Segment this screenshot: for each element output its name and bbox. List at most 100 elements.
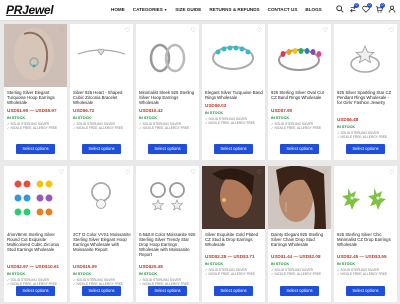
product-image[interactable]	[136, 166, 199, 229]
product-image[interactable]	[136, 24, 199, 87]
product-card[interactable]: ♡ 925 Silver Sparkling Star CZ Pendant R…	[334, 24, 397, 160]
nav-categories-label: CATEGORIES	[132, 7, 163, 12]
wishlist-heart-icon[interactable]: ♡	[389, 169, 394, 176]
product-price: USD$7.90	[271, 108, 293, 113]
product-title[interactable]: Dainty Elegant 925 Sterling Silver Chain…	[271, 232, 329, 247]
stock-status: IN STOCK	[271, 262, 290, 266]
product-card[interactable]: ♡ 2CT D Color VVS1 Moissanite Sterling S…	[70, 166, 133, 302]
wishlist-heart-icon[interactable]: ♡	[257, 27, 262, 34]
product-title[interactable]: 2CT D Color VVS1 Moissanite Sterling Sil…	[73, 232, 131, 252]
wishlist-heart-icon[interactable]: ♡	[191, 169, 196, 176]
product-card[interactable]: ♡ Dainty Elegant 925 Sterling Silver Cha…	[268, 166, 331, 302]
product-title[interactable]: Sterling Silver Elegant Turquoise Hoop E…	[7, 90, 65, 105]
product-image[interactable]	[4, 166, 67, 229]
select-options-button[interactable]: Select options	[82, 144, 121, 154]
product-title[interactable]: Silver Exquisite Gold Plated CZ Stud & D…	[205, 232, 263, 247]
product-price: USD$1.90 — USD$5.97	[7, 108, 57, 113]
compare-count-badge: 0	[354, 3, 359, 8]
feature-nickel-free: ✓ NICKLE FREE, ALLERGY FREE	[337, 135, 388, 139]
product-card[interactable]: ♡ Elegant Silver Turquoise Band Rings Wh…	[202, 24, 265, 160]
select-options-button[interactable]: Select options	[346, 144, 385, 154]
product-price: USD$2.97 — USD$10.61	[7, 264, 60, 269]
stock-status: IN STOCK	[73, 116, 92, 120]
logo-underline	[6, 15, 46, 16]
product-image[interactable]	[268, 166, 331, 229]
product-card[interactable]: ♡ Minimalist Sleek 925 Sterling Silver H…	[136, 24, 199, 160]
compare-icon[interactable]: 0	[348, 3, 359, 14]
wishlist-count-badge: 0	[367, 3, 372, 8]
wishlist-heart-icon[interactable]: ♡	[191, 27, 196, 34]
nav-size-guide[interactable]: SIZE GUIDE	[175, 7, 201, 12]
product-image[interactable]	[202, 166, 265, 229]
stock-status: IN STOCK	[271, 116, 290, 120]
wishlist-heart-icon[interactable]: ♡	[389, 27, 394, 34]
product-card[interactable]: ♡ Silver 925 Heart - Shaped Cubic Zircon…	[70, 24, 133, 160]
feature-nickel-free: ✓ NICKLE FREE, ALLERGY FREE	[7, 126, 58, 130]
nav-returns[interactable]: RETURNS & REFUNDS	[209, 7, 259, 12]
wishlist-icon[interactable]: 0	[361, 3, 372, 14]
stock-status: IN STOCK	[73, 272, 92, 276]
product-image[interactable]	[70, 24, 133, 87]
product-card[interactable]: ♡ 925 Sterling Silver Oval Cut CZ Band R…	[268, 24, 331, 160]
product-price: USD$20.48	[139, 264, 163, 269]
product-card[interactable]: ♡ Silver Exquisite Gold Plated CZ Stud &…	[202, 166, 265, 302]
product-title[interactable]: Silver 925 Heart - Shaped Cubic Zirconia…	[73, 90, 131, 105]
product-image[interactable]	[202, 24, 265, 87]
product-title[interactable]: 0.6&0.8 Color Moissanite 925 Sterling Si…	[139, 232, 197, 257]
product-title[interactable]: 4mm/8mm Sterling Silver Round Cut Exquis…	[7, 232, 65, 252]
wishlist-heart-icon[interactable]: ♡	[125, 27, 130, 34]
nav-home[interactable]: HOME	[111, 7, 125, 12]
wishlist-heart-icon[interactable]: ♡	[323, 27, 328, 34]
select-options-button[interactable]: Select options	[346, 286, 385, 296]
product-card[interactable]: ♡ 925 Sterling Silver Chic Minimalist CZ…	[334, 166, 397, 302]
search-icon[interactable]	[335, 5, 344, 14]
wishlist-heart-icon[interactable]: ♡	[59, 27, 64, 34]
feature-nickel-free: ✓ NICKLE FREE, ALLERGY FREE	[337, 272, 388, 276]
product-title[interactable]: 925 Silver Sparkling Star CZ Pendant Rin…	[337, 90, 395, 105]
feature-nickel-free: ✓ NICKLE FREE, ALLERGY FREE	[271, 272, 322, 276]
site-header: PRJewel HOME CATEGORIES▼ SIZE GUIDE RETU…	[0, 0, 400, 21]
product-title[interactable]: Minimalist Sleek 925 Sterling Silver Hoo…	[139, 90, 197, 105]
select-options-button[interactable]: Select options	[16, 144, 55, 154]
stock-status: IN STOCK	[7, 272, 26, 276]
cart-icon[interactable]: 0	[374, 3, 385, 14]
feature-nickel-free: ✓ NICKLE FREE, ALLERGY FREE	[205, 272, 256, 276]
stock-status: IN STOCK	[205, 111, 224, 115]
nav-categories[interactable]: CATEGORIES▼	[133, 7, 168, 12]
wishlist-heart-icon[interactable]: ♡	[125, 169, 130, 176]
product-card[interactable]: ♡ 4mm/8mm Sterling Silver Round Cut Exqu…	[4, 166, 67, 302]
nav-blogs[interactable]: BLOGS	[305, 7, 321, 12]
product-title[interactable]: 925 Sterling Silver Chic Minimalist CZ D…	[337, 232, 395, 247]
product-card[interactable]: ♡ 0.6&0.8 Color Moissanite 925 Sterling …	[136, 166, 199, 302]
product-price: USD$2.28 — USD$3.71	[205, 254, 255, 259]
product-title[interactable]: Elegant Silver Turquoise Band Rings Whol…	[205, 90, 263, 100]
select-options-button[interactable]: Select options	[148, 144, 187, 154]
account-icon[interactable]	[387, 5, 396, 14]
select-options-button[interactable]: Select options	[82, 286, 121, 296]
product-title[interactable]: 925 Sterling Silver Oval Cut CZ Band Rin…	[271, 90, 329, 100]
select-options-button[interactable]: Select options	[148, 286, 187, 296]
select-options-button[interactable]: Select options	[16, 286, 55, 296]
select-options-button[interactable]: Select options	[280, 286, 319, 296]
select-options-button[interactable]: Select options	[214, 144, 253, 154]
select-options-button[interactable]: Select options	[214, 286, 253, 296]
header-actions: 0 0 0	[335, 3, 396, 14]
product-card[interactable]: ♡ Sterling Silver Elegant Turquoise Hoop…	[4, 24, 67, 160]
product-image[interactable]	[334, 24, 397, 87]
product-image[interactable]	[268, 24, 331, 87]
product-price: USD$9.03	[205, 103, 227, 108]
stock-status: IN STOCK	[7, 116, 26, 120]
product-price: USD$1.44 — USD$2.08	[271, 254, 321, 259]
product-image[interactable]	[70, 166, 133, 229]
wishlist-heart-icon[interactable]: ♡	[257, 169, 262, 176]
stock-status: IN STOCK	[337, 125, 356, 129]
wishlist-heart-icon[interactable]: ♡	[323, 169, 328, 176]
product-image[interactable]	[334, 166, 397, 229]
stock-status: IN STOCK	[205, 262, 224, 266]
wishlist-heart-icon[interactable]: ♡	[59, 169, 64, 176]
product-price: USD$2.45 — USD$3.55	[337, 254, 387, 259]
main-nav: HOME CATEGORIES▼ SIZE GUIDE RETURNS & RE…	[111, 7, 322, 12]
select-options-button[interactable]: Select options	[280, 144, 319, 154]
product-image[interactable]	[4, 24, 67, 87]
nav-contact[interactable]: CONTACT US	[268, 7, 298, 12]
